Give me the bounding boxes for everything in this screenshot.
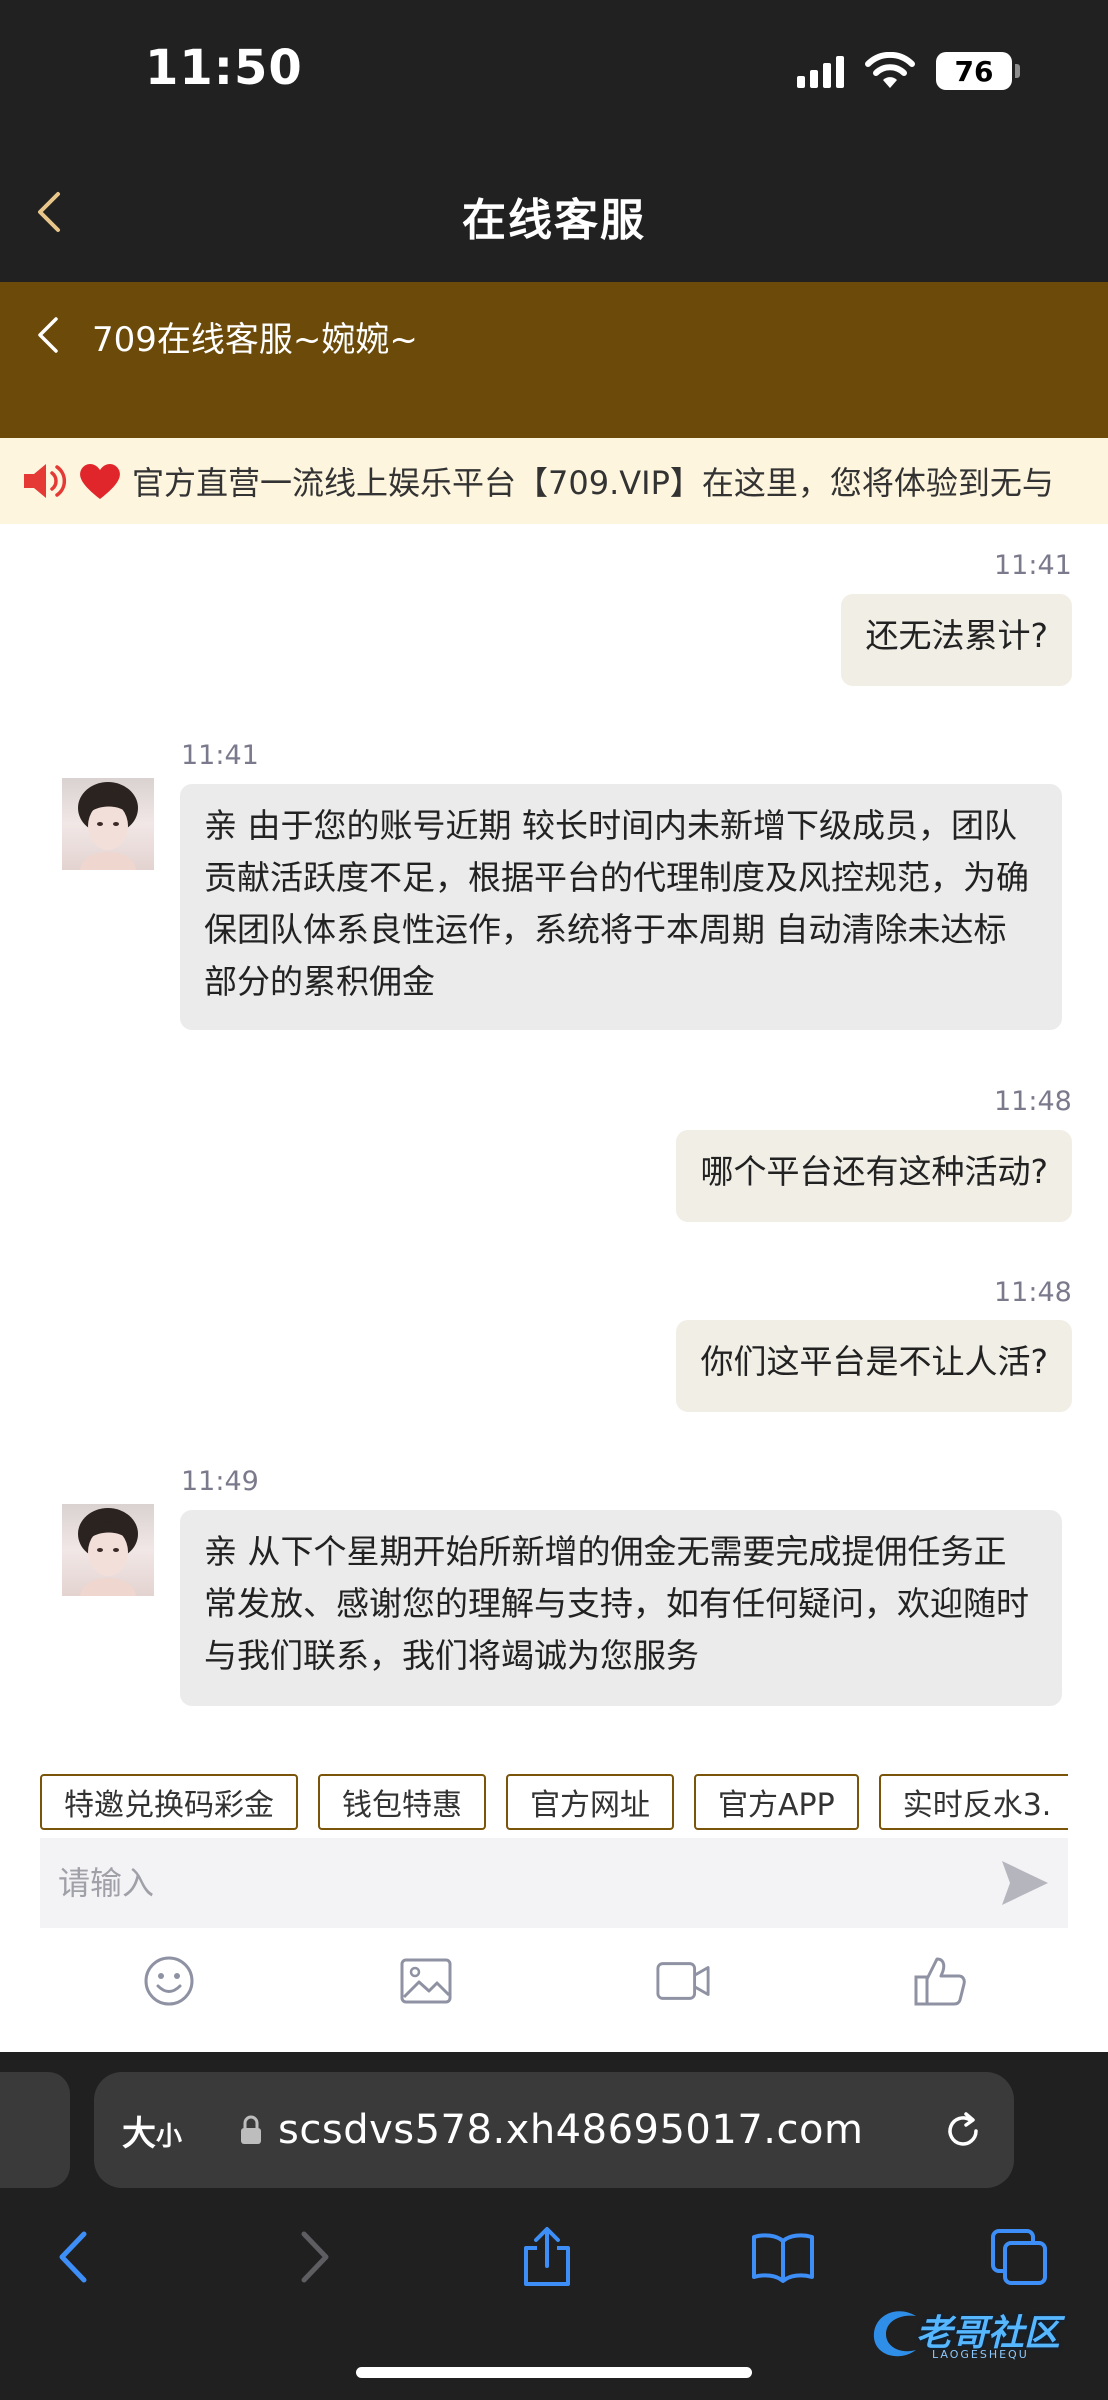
message-time: 11:49 (181, 1466, 259, 1497)
message-bubble-incoming: 亲 从下个星期开始所新增的佣金无需要完成提佣任务正常发放、感谢您的理解与支持，如… (180, 1510, 1062, 1706)
quick-reply-chip[interactable]: 官方网址 (506, 1774, 674, 1830)
quick-reply-chip[interactable]: 实时反水3. (878, 1774, 1068, 1830)
watermark-logo: 老哥社区 LAOGESHEQU (866, 2300, 1096, 2370)
emoji-icon[interactable] (141, 1953, 197, 2009)
quick-reply-chip[interactable]: 特邀兑换码彩金 (40, 1774, 298, 1830)
message-bubble-incoming: 亲 由于您的账号近期 较长时间内未新增下级成员，团队贡献活跃度不足，根据平台的代… (180, 784, 1062, 1030)
send-button[interactable] (990, 1838, 1060, 1928)
reload-icon[interactable] (942, 2110, 984, 2152)
quick-reply-chip[interactable]: 钱包特惠 (318, 1774, 486, 1830)
message-time: 11:41 (181, 740, 259, 771)
wifi-icon (865, 52, 915, 88)
chat-back-icon[interactable] (36, 316, 60, 354)
message-bubble-outgoing: 还无法累计? (841, 594, 1072, 686)
message-bubble-outgoing: 哪个平台还有这种活动? (676, 1130, 1072, 1222)
quick-replies: 特邀兑换码彩金 钱包特惠 官方网址 官方APP 实时反水3. (40, 1774, 1068, 1830)
lock-icon (241, 2115, 262, 2144)
browser-back-icon[interactable] (38, 2222, 108, 2292)
notice-text: 官方直营一流线上娱乐平台【709.VIP】在这里，您将体验到无与 (132, 464, 1054, 502)
app-nav-bar: 在线客服 (0, 142, 1108, 282)
agent-avatar (62, 778, 154, 870)
message-input[interactable] (40, 1863, 990, 1903)
status-indicators: 76 (797, 52, 1020, 90)
cellular-signal-icon (797, 54, 844, 88)
heart-icon (78, 461, 122, 501)
video-icon[interactable] (655, 1953, 711, 2009)
agent-name: 709在线客服~婉婉~ (92, 320, 418, 360)
message-time: 11:41 (994, 550, 1072, 581)
thumbs-up-icon[interactable] (912, 1953, 968, 2009)
notice-marquee: 官方直营一流线上娱乐平台【709.VIP】在这里，您将体验到无与 (0, 438, 1108, 524)
previous-tab-peek[interactable] (0, 2072, 70, 2188)
image-icon[interactable] (398, 1953, 454, 2009)
status-bar: 11:50 76 (0, 0, 1108, 142)
browser-forward-icon[interactable] (280, 2222, 350, 2292)
url-text: scsdvs578.xh48695017.com (278, 2107, 864, 2153)
send-icon (1002, 1861, 1048, 1905)
tabs-icon[interactable] (984, 2222, 1054, 2292)
home-indicator (356, 2367, 752, 2378)
message-input-bar (40, 1838, 1068, 1928)
message-bubble-outgoing: 你们这平台是不让人活? (676, 1320, 1072, 1412)
chat-header: 709在线客服~婉婉~ (0, 282, 1108, 438)
message-time: 11:48 (994, 1277, 1072, 1308)
composer-toolbar (40, 1940, 1068, 2022)
battery-icon: 76 (936, 52, 1020, 90)
address-bar[interactable]: 大小 scsdvs578.xh48695017.com (94, 2072, 1014, 2188)
message-time: 11:48 (994, 1086, 1072, 1117)
status-time: 11:50 (145, 40, 303, 96)
page-title: 在线客服 (462, 195, 646, 246)
bookmarks-icon[interactable] (748, 2222, 818, 2292)
speaker-icon (22, 461, 68, 501)
share-icon[interactable] (512, 2222, 582, 2292)
agent-avatar (62, 1504, 154, 1596)
quick-reply-chip[interactable]: 官方APP (694, 1774, 859, 1830)
text-size-button[interactable]: 大小 (122, 2106, 182, 2155)
